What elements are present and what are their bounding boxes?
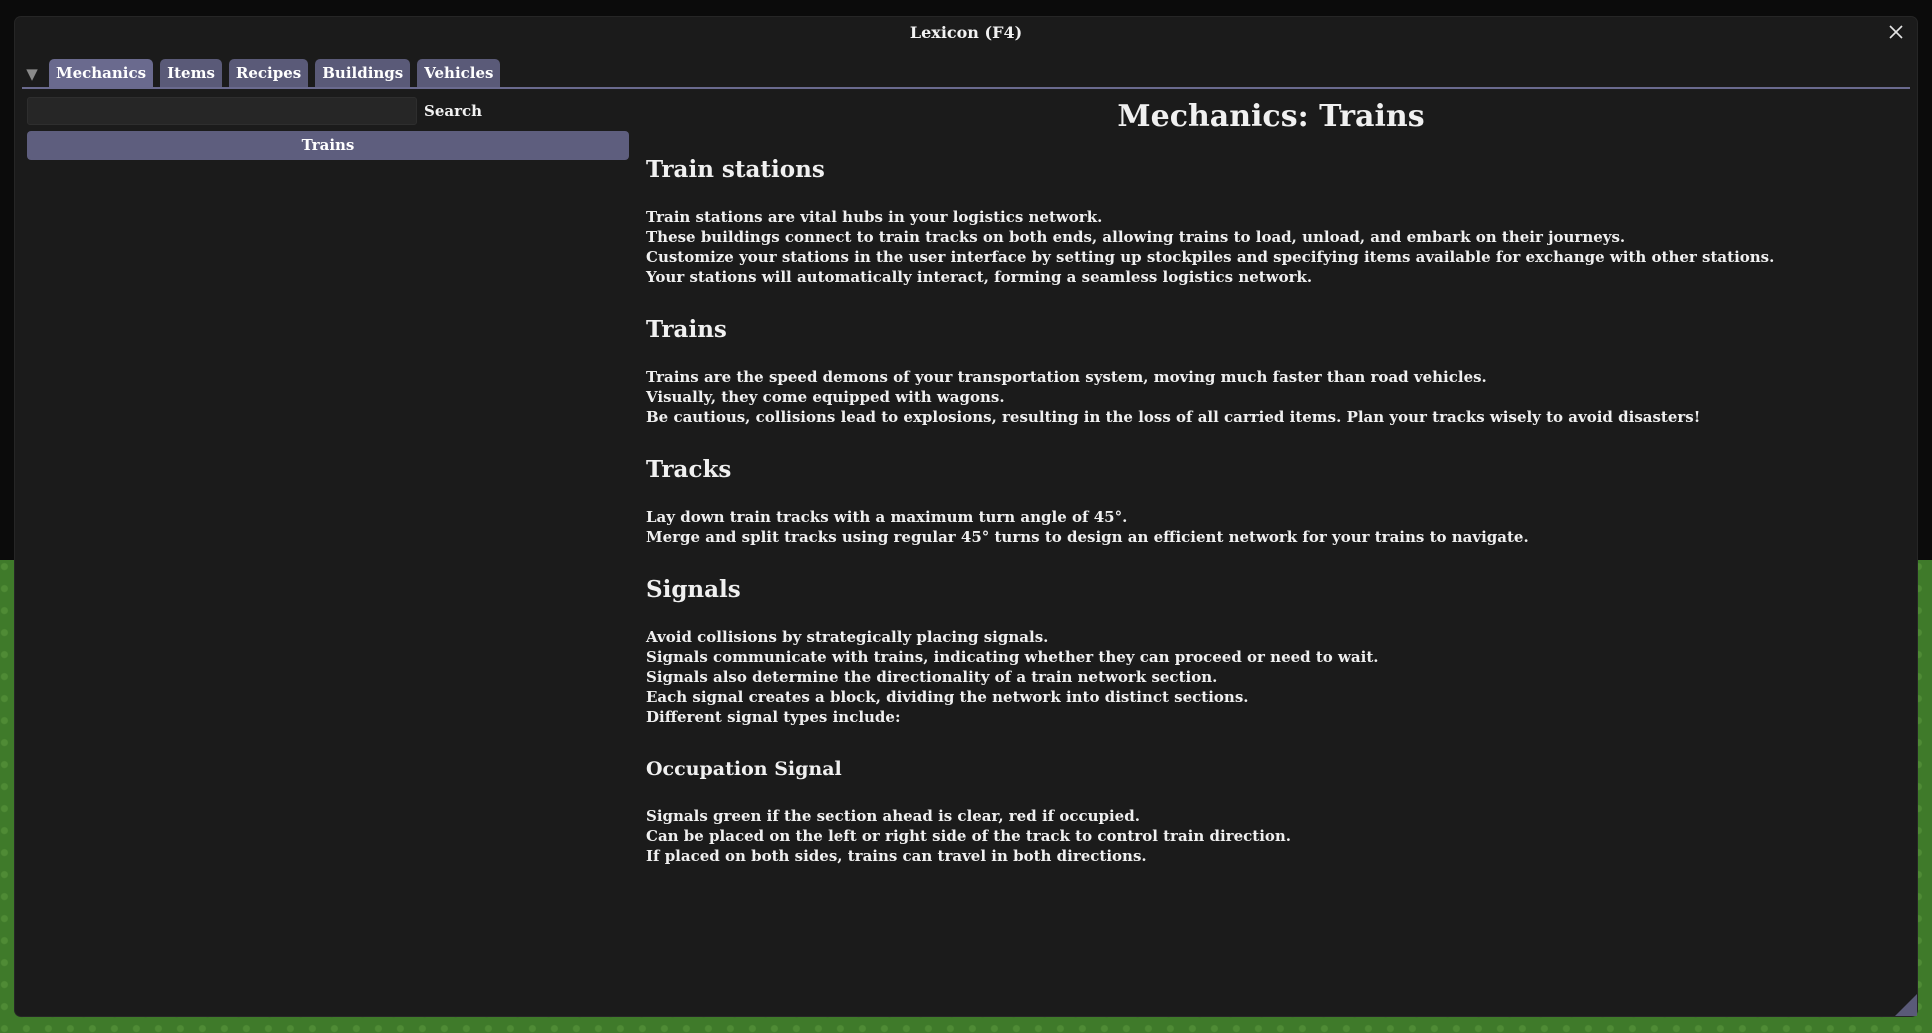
- paragraph-line: Visually, they come equipped with wagons…: [646, 388, 1005, 406]
- triangle-down-icon[interactable]: ▼: [22, 61, 42, 87]
- paragraph-line: Signals communicate with trains, indicat…: [646, 648, 1379, 666]
- tab-bar: ▼ Mechanics Items Recipes Buildings Vehi…: [22, 59, 501, 87]
- tab-vehicles[interactable]: Vehicles: [417, 59, 501, 87]
- tab-mechanics[interactable]: Mechanics: [49, 59, 154, 87]
- section-signals: Signals Avoid collisions by strategicall…: [646, 576, 1896, 727]
- search-input[interactable]: [27, 96, 417, 125]
- paragraph-line: If placed on both sides, trains can trav…: [646, 847, 1147, 865]
- page-title: Mechanics: Trains: [1117, 99, 1425, 134]
- section-occupation-signal: Occupation Signal Signals green if the s…: [646, 756, 1896, 866]
- sidebar-item-trains[interactable]: Trains: [27, 131, 629, 160]
- paragraph-line: Avoid collisions by strategically placin…: [646, 628, 1049, 646]
- paragraph-line: Your stations will automatically interac…: [646, 268, 1313, 286]
- close-icon: [1889, 25, 1903, 39]
- paragraph-line: Can be placed on the left or right side …: [646, 827, 1292, 845]
- search-row: Search: [27, 95, 629, 126]
- paragraph-line: Be cautious, collisions lead to explosio…: [646, 408, 1701, 426]
- paragraph-line: These buildings connect to train tracks …: [646, 228, 1626, 246]
- title-bar[interactable]: Lexicon (F4): [15, 17, 1917, 49]
- paragraph-line: Each signal creates a block, dividing th…: [646, 688, 1249, 706]
- close-button[interactable]: [1885, 21, 1907, 43]
- tab-underline: [22, 87, 1910, 89]
- tab-recipes[interactable]: Recipes: [228, 59, 309, 87]
- lexicon-window: Lexicon (F4) ▼ Mechanics Items Recipes B…: [15, 17, 1917, 1016]
- tab-buildings[interactable]: Buildings: [315, 59, 411, 87]
- paragraph-line: Train stations are vital hubs in your lo…: [646, 208, 1103, 226]
- section-heading: Signals: [646, 576, 741, 603]
- section-heading: Train stations: [646, 156, 825, 183]
- paragraph-line: Signals green if the section ahead is cl…: [646, 807, 1140, 825]
- tab-items[interactable]: Items: [160, 59, 222, 87]
- paragraph-line: Customize your stations in the user inte…: [646, 248, 1775, 266]
- section-heading: Tracks: [646, 456, 732, 483]
- search-button[interactable]: Search: [424, 102, 482, 120]
- paragraph-line: Different signal types include:: [646, 708, 901, 726]
- section-tracks: Tracks Lay down train tracks with a maxi…: [646, 456, 1896, 547]
- subsection-heading: Occupation Signal: [646, 758, 842, 780]
- section-train-stations: Train stations Train stations are vital …: [646, 156, 1896, 287]
- section-heading: Trains: [646, 316, 727, 343]
- paragraph-line: Trains are the speed demons of your tran…: [646, 368, 1487, 386]
- section-trains: Trains Trains are the speed demons of yo…: [646, 316, 1896, 427]
- paragraph-line: Signals also determine the directionalit…: [646, 668, 1218, 686]
- resize-grip-icon[interactable]: [1895, 994, 1917, 1016]
- sidebar: Search Trains: [27, 95, 629, 160]
- window-title: Lexicon (F4): [909, 23, 1023, 42]
- paragraph-line: Lay down train tracks with a maximum tur…: [646, 508, 1128, 526]
- article-content: Mechanics: Trains Train stations Train s…: [646, 95, 1896, 866]
- paragraph-line: Merge and split tracks using regular 45°…: [646, 528, 1529, 546]
